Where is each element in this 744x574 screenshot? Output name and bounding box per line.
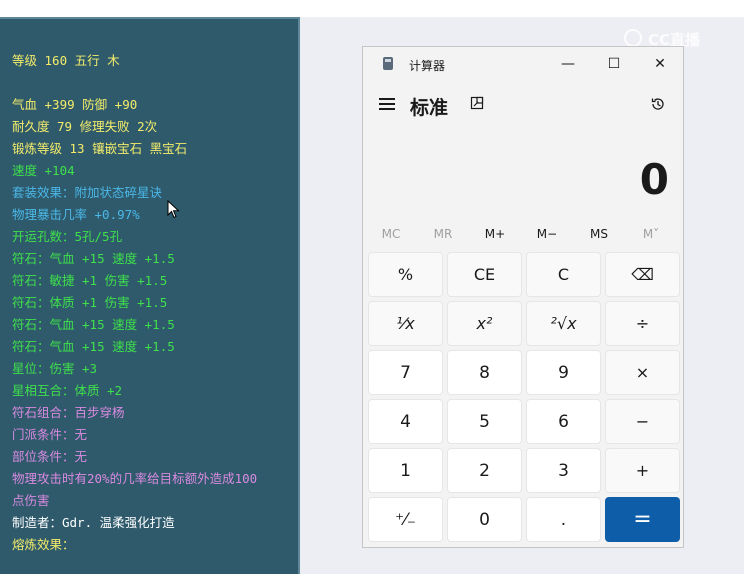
- top-strip: [0, 0, 744, 17]
- hamburger-menu-icon[interactable]: [379, 97, 395, 111]
- tooltip-line-maker: 制造者：Gdr. 温柔强化打造: [12, 515, 175, 530]
- tooltip-line-effect: 物理攻击时有20%的几率给目标额外造成100: [12, 471, 258, 486]
- calculator-header: 标准: [363, 87, 683, 123]
- tooltip-line-durability: 耐久度 79 修理失败 2次: [12, 119, 158, 134]
- app-title: 计算器: [409, 59, 446, 73]
- mode-title: 标准: [410, 97, 449, 119]
- minimize-button[interactable]: —: [545, 51, 591, 77]
- tooltip-line-star: 星位：伤害 +3: [12, 361, 98, 376]
- digit-9-button[interactable]: 9: [526, 350, 601, 395]
- add-button[interactable]: +: [605, 448, 680, 493]
- tooltip-line-rune-combo: 符石组合：百步穿杨: [12, 405, 125, 420]
- negate-button[interactable]: ⁺⁄₋: [368, 497, 443, 542]
- tooltip-line-forge: 锻炼等级 13 镶嵌宝石 黑宝石: [12, 141, 188, 156]
- tooltip-line-effect-cont: 点伤害: [12, 493, 50, 508]
- digit-3-button[interactable]: 3: [526, 448, 601, 493]
- tooltip-line-star-combo: 星相互合：体质 +2: [12, 383, 123, 398]
- maximize-button[interactable]: ☐: [591, 51, 637, 77]
- square-root-button[interactable]: ²√x: [526, 301, 601, 346]
- tooltip-line-smelt: 熔炼效果：: [12, 537, 75, 552]
- title-bar[interactable]: 计算器 — ☐ ✕: [363, 47, 683, 81]
- digit-7-button[interactable]: 7: [368, 350, 443, 395]
- multiply-button[interactable]: ×: [605, 350, 680, 395]
- digit-8-button[interactable]: 8: [447, 350, 522, 395]
- memory-row: MC MR M+ M− MS M˅: [363, 223, 683, 247]
- clear-entry-button[interactable]: CE: [447, 252, 522, 297]
- backspace-button[interactable]: ⌫: [605, 252, 680, 297]
- square-button[interactable]: x²: [447, 301, 522, 346]
- tooltip-line-slots: 开运孔数：5孔/5孔: [12, 229, 123, 244]
- digit-4-button[interactable]: 4: [368, 399, 443, 444]
- clear-button[interactable]: C: [526, 252, 601, 297]
- tooltip-line-level: 等级 160 五行 木: [12, 53, 120, 68]
- close-button[interactable]: ✕: [637, 51, 683, 77]
- tooltip-line-part: 部位条件：无: [12, 449, 88, 464]
- memory-subtract-button[interactable]: M−: [521, 227, 573, 241]
- calculator-app-icon: [383, 57, 393, 70]
- reciprocal-button[interactable]: ¹⁄x: [368, 301, 443, 346]
- memory-list-button[interactable]: M˅: [625, 227, 677, 241]
- tooltip-line-rune-4: 符石：气血 +15 速度 +1.5: [12, 317, 175, 332]
- digit-2-button[interactable]: 2: [447, 448, 522, 493]
- mouse-cursor-icon: [167, 200, 180, 219]
- tooltip-line-sect: 门派条件：无: [12, 427, 88, 442]
- tooltip-line-hp-def: 气血 +399 防御 +90: [12, 97, 138, 112]
- memory-add-button[interactable]: M+: [469, 227, 521, 241]
- tooltip-line-rune-3: 符石：体质 +1 伤害 +1.5: [12, 295, 168, 310]
- tooltip-line-set-effect: 套装效果：附加状态碎星诀: [12, 185, 163, 200]
- tooltip-line-speed: 速度 +104: [12, 163, 75, 178]
- equals-button[interactable]: =: [605, 497, 680, 542]
- decimal-button[interactable]: .: [526, 497, 601, 542]
- keep-on-top-icon[interactable]: [470, 96, 484, 110]
- tooltip-line-rune-5: 符石：气血 +15 速度 +1.5: [12, 339, 175, 354]
- percent-button[interactable]: %: [368, 252, 443, 297]
- tooltip-line-rune-1: 符石：气血 +15 速度 +1.5: [12, 251, 175, 266]
- tooltip-line-rune-2: 符石：敏捷 +1 伤害 +1.5: [12, 273, 168, 288]
- digit-6-button[interactable]: 6: [526, 399, 601, 444]
- calculator-window: 计算器 — ☐ ✕ 标准 0 MC MR M+ M− MS M˅ % CE C …: [362, 46, 684, 548]
- memory-store-button[interactable]: MS: [573, 227, 625, 241]
- divide-button[interactable]: ÷: [605, 301, 680, 346]
- tooltip-line-crit: 物理暴击几率 +0.97%: [12, 207, 140, 222]
- memory-recall-button[interactable]: MR: [417, 227, 469, 241]
- memory-clear-button[interactable]: MC: [365, 227, 417, 241]
- history-icon[interactable]: [650, 96, 666, 112]
- digit-0-button[interactable]: 0: [447, 497, 522, 542]
- cc-logo-icon: [624, 29, 642, 47]
- result-display: 0: [639, 155, 669, 204]
- subtract-button[interactable]: −: [605, 399, 680, 444]
- digit-1-button[interactable]: 1: [368, 448, 443, 493]
- item-tooltip: 等级 160 五行 木 气血 +399 防御 +90 耐久度 79 修理失败 2…: [0, 17, 300, 574]
- digit-5-button[interactable]: 5: [447, 399, 522, 444]
